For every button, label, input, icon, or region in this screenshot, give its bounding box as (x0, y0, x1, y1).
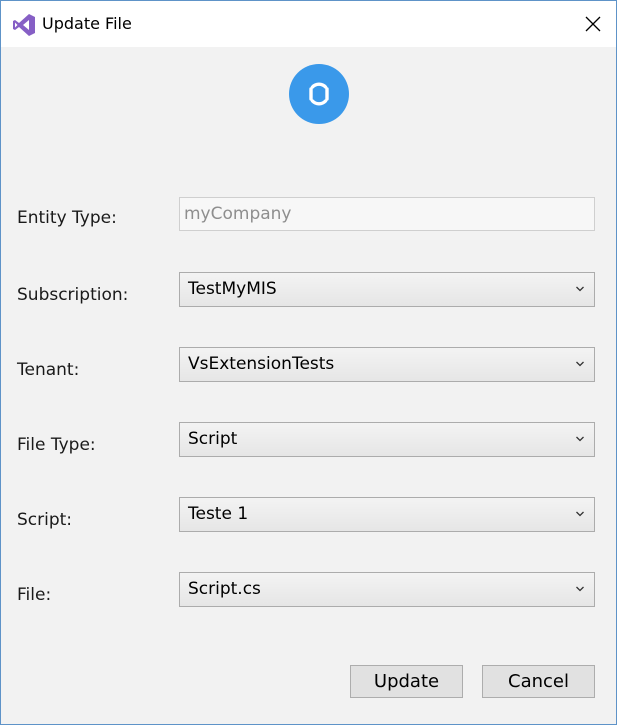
script-dropdown[interactable]: Teste 1 (179, 497, 595, 532)
subscription-selected-value: TestMyMIS (188, 279, 277, 299)
entity-type-label: Entity Type: (17, 208, 117, 228)
title-bar: Update File (1, 1, 616, 47)
chevron-down-icon (576, 511, 584, 517)
tenant-label: Tenant: (17, 360, 80, 380)
tenant-dropdown[interactable]: VsExtensionTests (179, 347, 595, 382)
chevron-down-icon (576, 586, 584, 592)
tenant-selected-value: VsExtensionTests (188, 354, 335, 374)
visual-studio-icon (13, 14, 35, 36)
close-button[interactable] (570, 1, 616, 47)
update-file-dialog: Update File Entity Type: myCompany Subsc… (0, 0, 617, 725)
chevron-down-icon (576, 286, 584, 292)
subscription-label: Subscription: (17, 285, 129, 305)
script-label: Script: (17, 510, 73, 530)
file-type-selected-value: Script (188, 429, 238, 449)
close-icon (585, 16, 601, 32)
window-title: Update File (42, 14, 132, 33)
app-logo-icon (289, 64, 349, 124)
script-selected-value: Teste 1 (188, 504, 249, 524)
chevron-down-icon (576, 361, 584, 367)
file-selected-value: Script.cs (188, 579, 261, 599)
cancel-button[interactable]: Cancel (482, 665, 595, 698)
file-label: File: (17, 585, 52, 605)
entity-type-field[interactable]: myCompany (179, 197, 595, 231)
subscription-dropdown[interactable]: TestMyMIS (179, 272, 595, 307)
file-type-label: File Type: (17, 435, 96, 455)
chevron-down-icon (576, 436, 584, 442)
update-button[interactable]: Update (350, 665, 463, 698)
file-type-dropdown[interactable]: Script (179, 422, 595, 457)
file-dropdown[interactable]: Script.cs (179, 572, 595, 607)
